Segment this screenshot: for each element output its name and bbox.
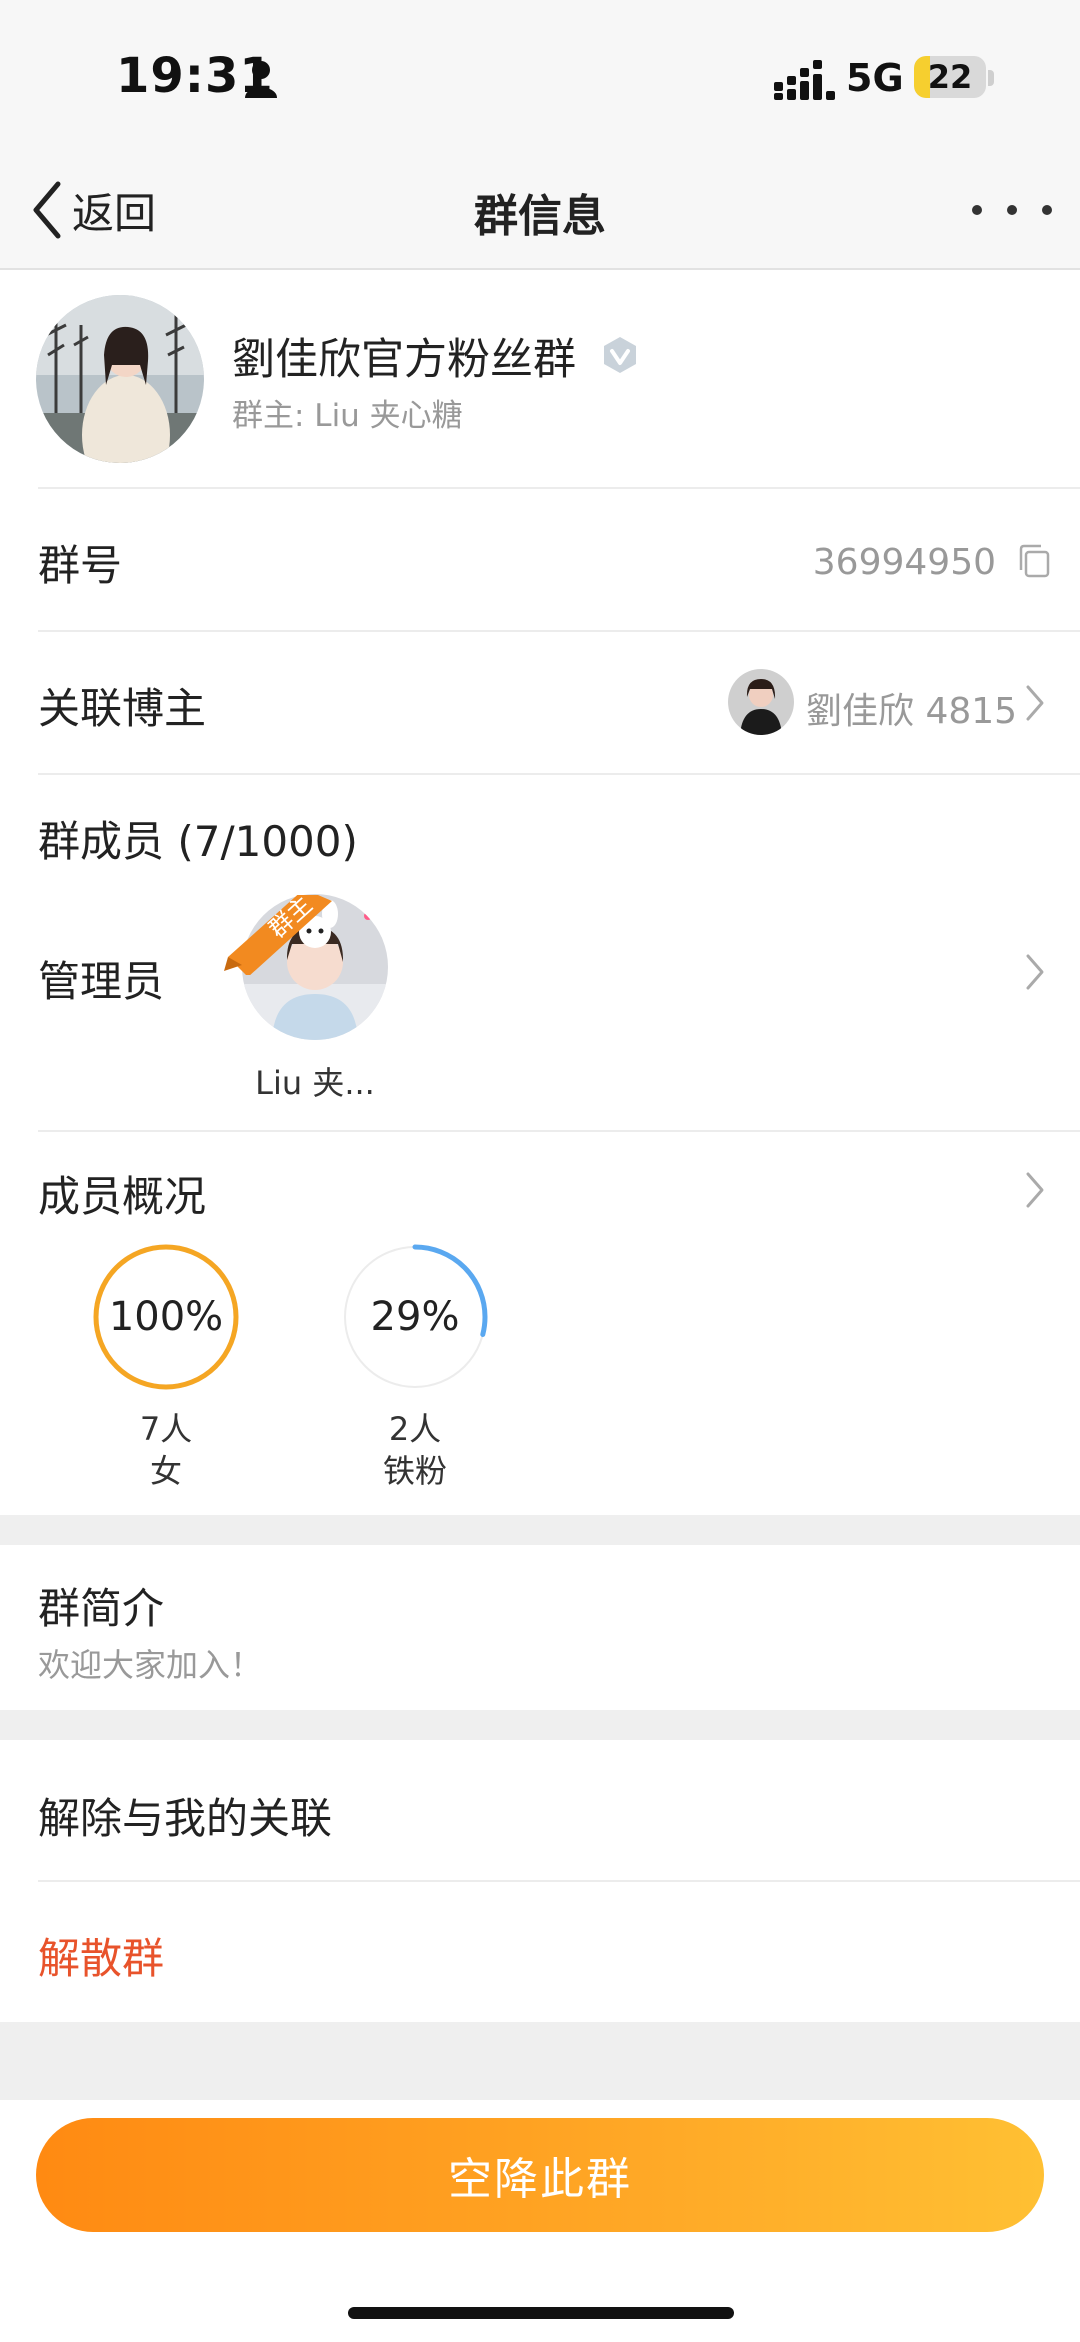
divider [38,773,1080,775]
network-type: 5G [846,56,904,100]
divider [38,1130,1080,1132]
blogger-name: 劉佳欣 4815 [806,691,1018,732]
intro-text: 欢迎大家加入！ [38,1646,263,1684]
chevron-left-icon [33,181,61,239]
page-title: 群信息 [474,191,606,242]
nav-bar: 返回 群信息 [0,150,1080,270]
battery-icon: 22 [914,56,986,98]
owner-ribbon-icon: 群主 [224,895,332,975]
group-avatar[interactable] [36,295,204,463]
female-count: 7人 [139,1410,193,1448]
members-title: 群成员 (7/1000) [38,817,358,866]
home-indicator [348,2307,734,2319]
verified-badge-icon [604,337,636,373]
group-owner: 群主: Liu 夹心糖 [232,398,463,434]
group-id-label: 群号 [38,541,123,590]
airdrop-label: 空降此群 [448,2154,632,2205]
unlink-button[interactable]: 解除与我的关联 [38,1785,332,1846]
blogger-avatar [728,669,794,735]
copy-icon[interactable] [1017,543,1051,579]
group-name: 劉佳欣官方粉丝群 [232,335,576,385]
battery-level: 22 [927,58,973,96]
section-gap [0,1710,1080,1740]
divider [38,487,1080,489]
chevron-right-icon [1026,954,1044,990]
more-icon[interactable] [972,190,1052,230]
section-gap [0,2022,1080,2100]
iron-fan-label: 铁粉 [382,1452,447,1490]
iron-fan-percent: 29% [370,1294,460,1340]
group-id-value: 36994950 [812,542,996,583]
admin-name: Liu 夹... [255,1064,375,1102]
intro-label: 群简介 [38,1584,165,1633]
back-button[interactable]: 返回 [30,178,156,242]
disband-group-button[interactable]: 解散群 [38,1925,164,1986]
female-label: 女 [149,1452,182,1490]
back-label: 返回 [72,188,157,238]
chevron-right-icon [1026,1172,1044,1208]
battery-cap [988,70,994,86]
person-icon [245,61,277,98]
admin-label: 管理员 [38,957,165,1006]
iron-fan-count: 2人 [388,1410,442,1448]
linked-blogger-label: 关联博主 [38,684,207,733]
airdrop-group-button[interactable]: 空降此群 [36,2118,1044,2232]
overview-title: 成员概况 [38,1172,207,1221]
divider [38,630,1080,632]
chevron-right-icon [1026,685,1044,721]
section-gap [0,1515,1080,1545]
signal-icon [774,60,835,100]
female-percent: 100% [108,1294,224,1340]
